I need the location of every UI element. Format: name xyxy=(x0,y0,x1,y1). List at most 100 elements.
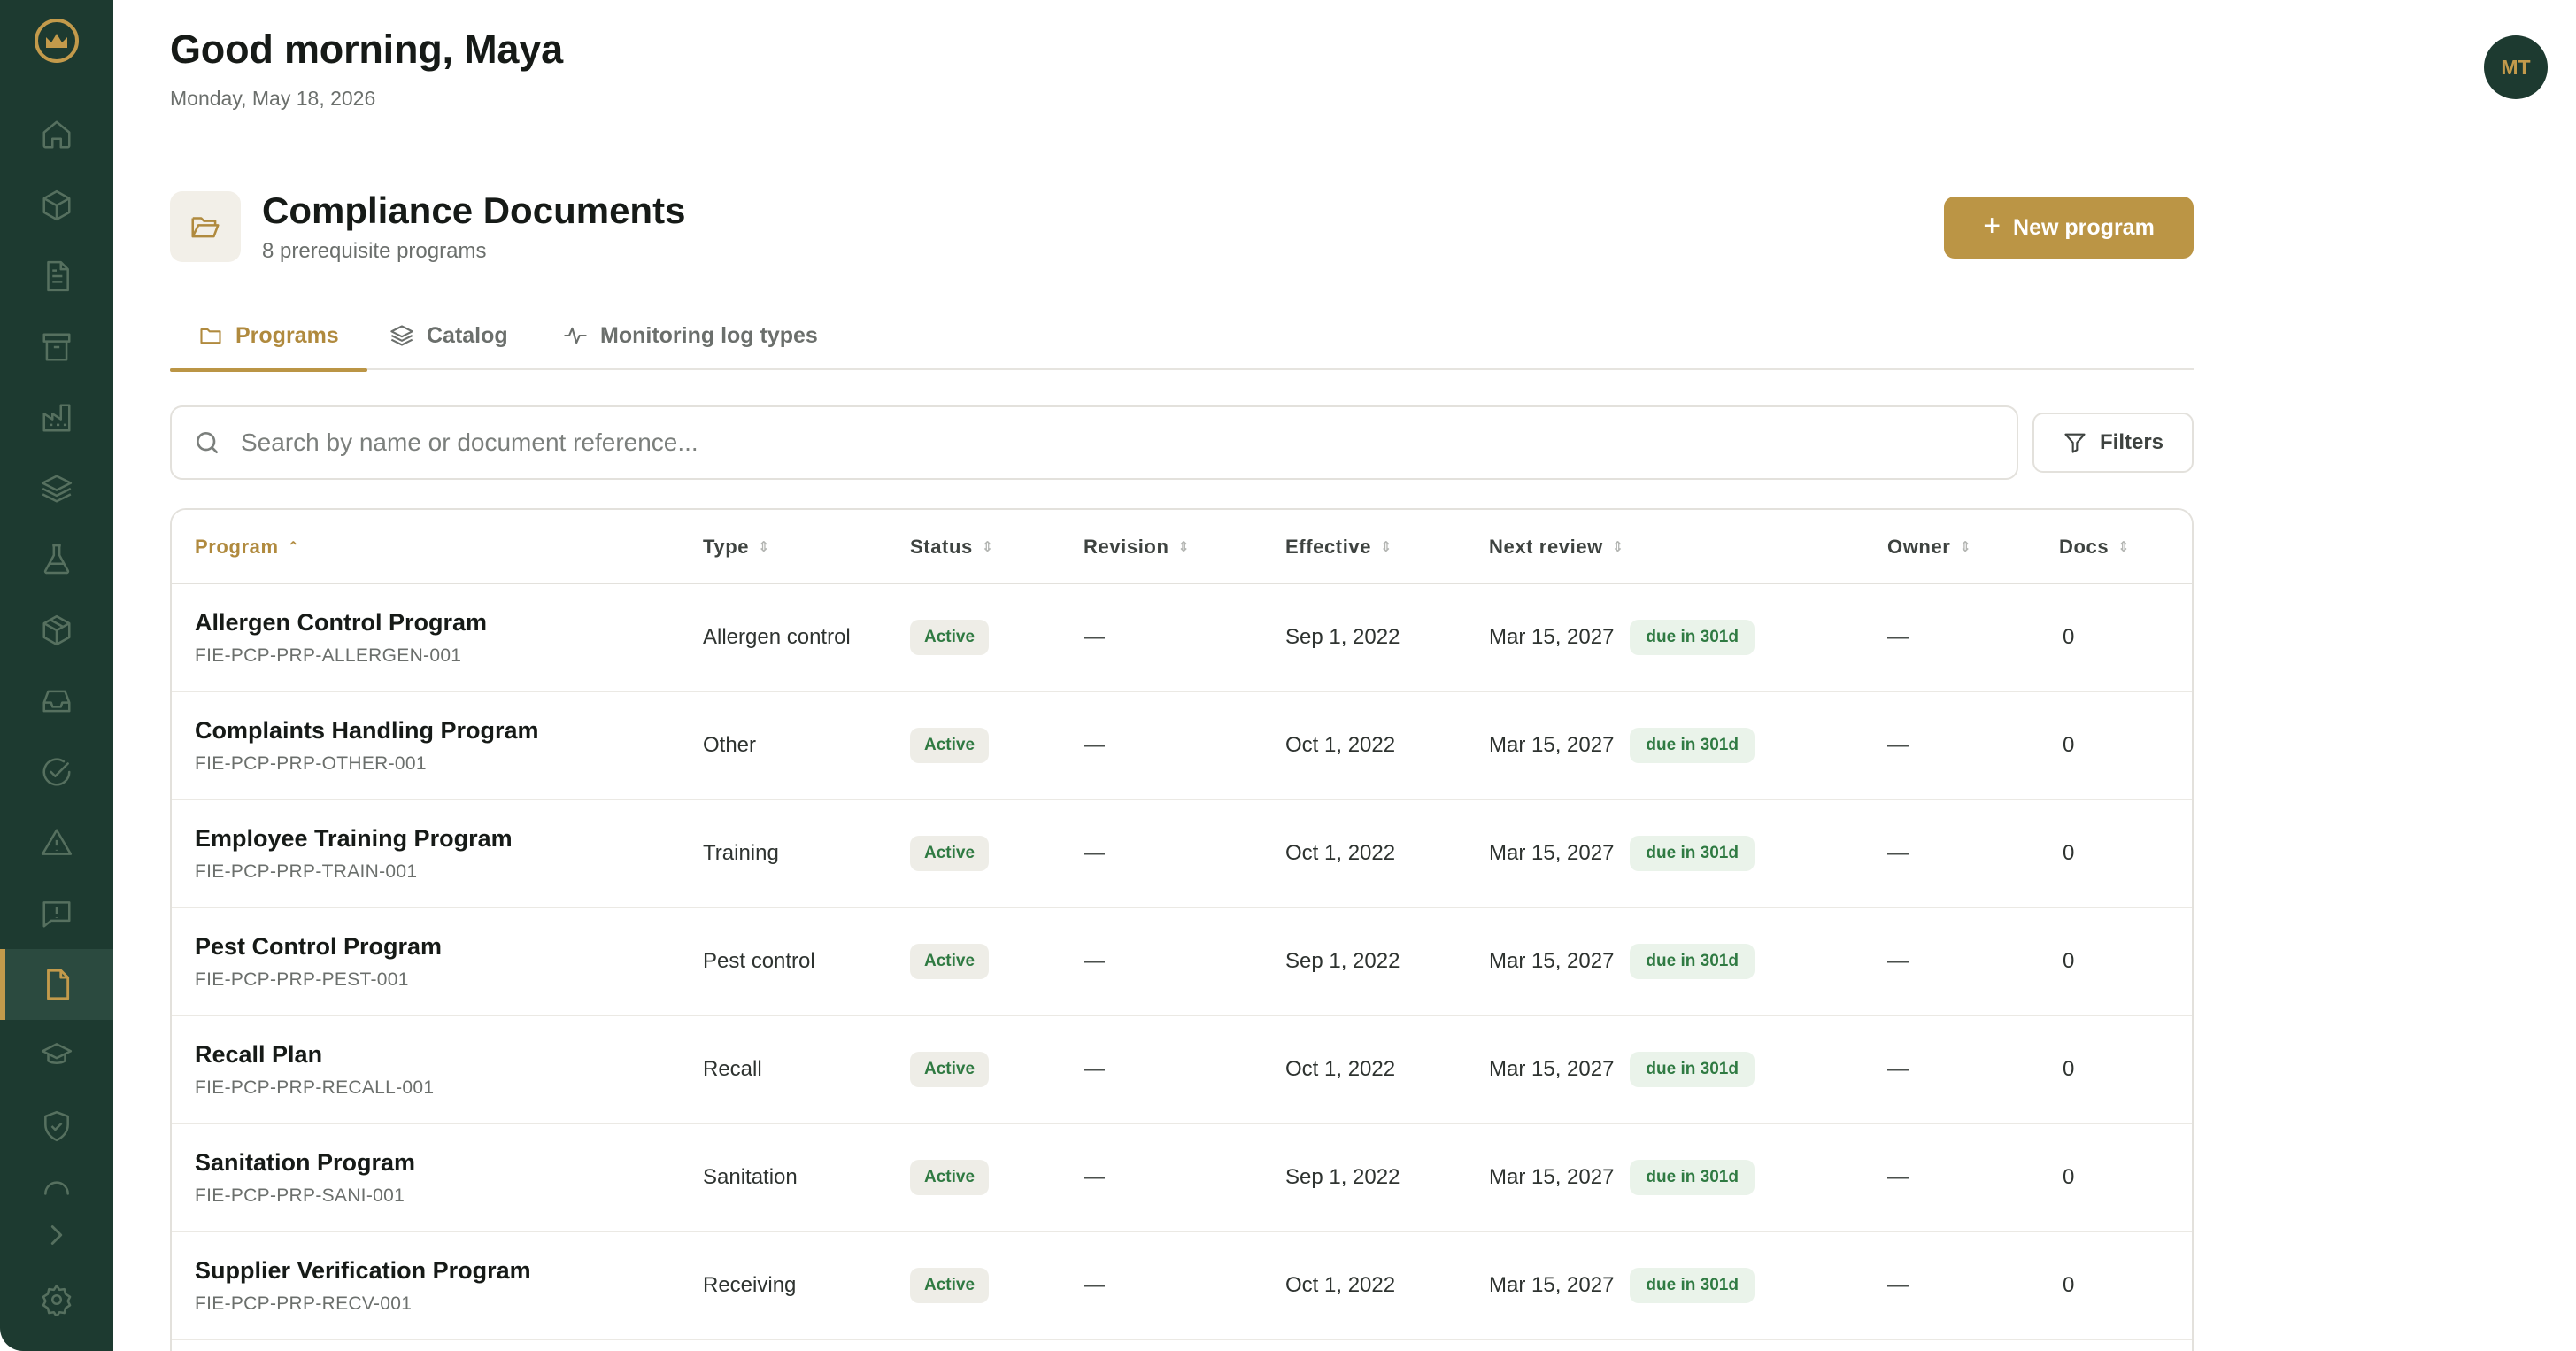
program-name[interactable]: Sanitation Program xyxy=(195,1149,415,1177)
status-cell: Active xyxy=(910,800,990,907)
sort-icon: ⇕ xyxy=(1177,540,1191,555)
tab-programs[interactable]: Programs xyxy=(170,301,367,372)
column-header-owner[interactable]: Owner ⇕ xyxy=(1887,510,1971,584)
owner-cell: — xyxy=(1887,949,1909,973)
table-row[interactable]: Pest Control Program FIE-PCP-PRP-PEST-00… xyxy=(172,908,2192,1016)
column-label: Type xyxy=(703,536,750,558)
sidebar-item-lab[interactable] xyxy=(0,524,113,595)
program-reference: FIE-PCP-PRP-SANI-001 xyxy=(195,1185,405,1206)
column-header-revision[interactable]: Revision ⇕ xyxy=(1084,510,1191,584)
sidebar-item-products[interactable] xyxy=(0,170,113,241)
sidebar-item-settings[interactable] xyxy=(0,1264,113,1335)
program-reference: FIE-PCP-PRP-OTHER-001 xyxy=(195,753,427,774)
effective-cell: Oct 1, 2022 xyxy=(1285,1057,1396,1081)
tab-catalog[interactable]: Catalog xyxy=(389,301,508,370)
table-row[interactable]: Employee Training Program FIE-PCP-PRP-TR… xyxy=(172,800,2192,908)
column-header-docs[interactable]: Docs ⇕ xyxy=(2059,510,2130,584)
folder-icon xyxy=(200,328,221,344)
docs-cell: 0 xyxy=(2063,1273,2075,1297)
new-program-button[interactable]: + New program xyxy=(1944,197,2194,259)
sidebar-item-home[interactable] xyxy=(0,99,113,170)
sidebar-item-training[interactable] xyxy=(0,1020,113,1091)
plus-icon: + xyxy=(1983,209,2001,243)
filter-icon xyxy=(2064,433,2086,453)
table-header: Program ⌃ Type ⇕ Status ⇕ Revision ⇕ Effecti… xyxy=(172,510,2192,584)
column-label: Effective xyxy=(1285,536,1372,558)
table-row[interactable]: Recall Plan FIE-PCP-PRP-RECALL-001 Recal… xyxy=(172,1016,2192,1124)
program-name[interactable]: Allergen Control Program xyxy=(195,609,487,637)
docs-cell: 0 xyxy=(2063,625,2075,649)
column-header-effective[interactable]: Effective ⇕ xyxy=(1285,510,1392,584)
due-badge: due in 301d xyxy=(1630,728,1755,763)
settings-icon xyxy=(42,1284,72,1316)
sort-icon: ⇕ xyxy=(2117,540,2131,555)
program-name[interactable]: Recall Plan xyxy=(195,1041,322,1069)
column-header-type[interactable]: Type ⇕ xyxy=(703,510,770,584)
status-badge: Active xyxy=(910,728,990,763)
sidebar-item-tasks[interactable] xyxy=(0,737,113,807)
program-name[interactable]: Employee Training Program xyxy=(195,825,513,853)
revision-cell: — xyxy=(1084,625,1105,649)
sort-icon: ⇕ xyxy=(1611,540,1624,555)
revision-cell: — xyxy=(1084,733,1105,757)
tab-label: Catalog xyxy=(427,322,508,348)
program-reference: FIE-PCP-PRP-RECV-001 xyxy=(195,1293,413,1314)
column-label: Revision xyxy=(1084,536,1169,558)
sort-icon: ⇕ xyxy=(1959,540,1972,555)
column-label: Next review xyxy=(1489,536,1603,558)
sidebar-item-facility[interactable] xyxy=(0,382,113,453)
docs-cell: 0 xyxy=(2063,949,2075,973)
next-review-date: Mar 15, 2027 xyxy=(1489,625,1615,649)
table-row[interactable]: Sanitation Program FIE-PCP-PRP-SANI-001 … xyxy=(172,1124,2192,1232)
sidebar-expand-button[interactable] xyxy=(0,1200,113,1270)
revision-cell: — xyxy=(1084,1165,1105,1189)
sidebar-item-packages[interactable] xyxy=(0,595,113,666)
type-cell: Sanitation xyxy=(703,1165,798,1189)
sidebar-item-compliance-documents[interactable] xyxy=(0,949,113,1020)
due-badge: due in 301d xyxy=(1630,944,1755,979)
status-badge: Active xyxy=(910,1052,990,1087)
file-icon xyxy=(47,969,70,1000)
program-name[interactable]: Complaints Handling Program xyxy=(195,717,539,745)
program-cell: Employee Training Program FIE-PCP-PRP-TR… xyxy=(195,800,513,907)
column-header-next-review[interactable]: Next review ⇕ xyxy=(1489,510,1624,584)
table-row[interactable]: Supplier Verification Program FIE-PCP-PR… xyxy=(172,1232,2192,1340)
sidebar-item-archive[interactable] xyxy=(0,312,113,382)
owner-cell: — xyxy=(1887,733,1909,757)
next-review-date: Mar 15, 2027 xyxy=(1489,1057,1615,1081)
status-badge: Active xyxy=(910,620,990,655)
revision-cell: — xyxy=(1084,1057,1105,1081)
table-row[interactable]: Complaints Handling Program FIE-PCP-PRP-… xyxy=(172,692,2192,800)
next-review-date: Mar 15, 2027 xyxy=(1489,733,1615,757)
inbox-icon xyxy=(42,690,71,713)
search-input[interactable] xyxy=(241,428,1923,457)
program-name[interactable]: Pest Control Program xyxy=(195,933,442,961)
layers-icon xyxy=(390,325,413,346)
next-review-cell: Mar 15, 2027 due in 301d xyxy=(1489,1016,1755,1123)
column-label: Program xyxy=(195,536,279,558)
sidebar-item-layers[interactable] xyxy=(0,453,113,524)
type-cell: Other xyxy=(703,733,757,757)
tab-monitoring-log-types[interactable]: Monitoring log types xyxy=(563,301,818,370)
sort-icon: ⇕ xyxy=(758,540,771,555)
table-row[interactable]: Allergen Control Program FIE-PCP-PRP-ALL… xyxy=(172,584,2192,692)
sidebar-item-hazards[interactable] xyxy=(0,807,113,878)
sidebar-item-food-safety[interactable] xyxy=(0,1091,113,1162)
program-name[interactable]: Supplier Verification Program xyxy=(195,1257,531,1285)
factory-icon xyxy=(42,404,71,432)
next-review-date: Mar 15, 2027 xyxy=(1489,949,1615,973)
sidebar-item-incidents[interactable] xyxy=(0,878,113,949)
sidebar-item-documents[interactable] xyxy=(0,241,113,312)
revision-cell: — xyxy=(1084,841,1105,865)
column-header-status[interactable]: Status ⇕ xyxy=(910,510,994,584)
package-icon xyxy=(42,614,71,646)
effective-cell: Oct 1, 2022 xyxy=(1285,841,1396,865)
user-avatar[interactable]: MT xyxy=(2484,35,2548,99)
type-cell: Pest control xyxy=(703,949,815,973)
column-header-program[interactable]: Program ⌃ xyxy=(195,510,300,584)
filters-button[interactable]: Filters xyxy=(2032,413,2194,473)
due-badge: due in 301d xyxy=(1630,1052,1755,1087)
sidebar-item-inbox[interactable] xyxy=(0,666,113,737)
brand-logo-icon[interactable] xyxy=(32,16,81,66)
sidebar xyxy=(0,0,113,1351)
